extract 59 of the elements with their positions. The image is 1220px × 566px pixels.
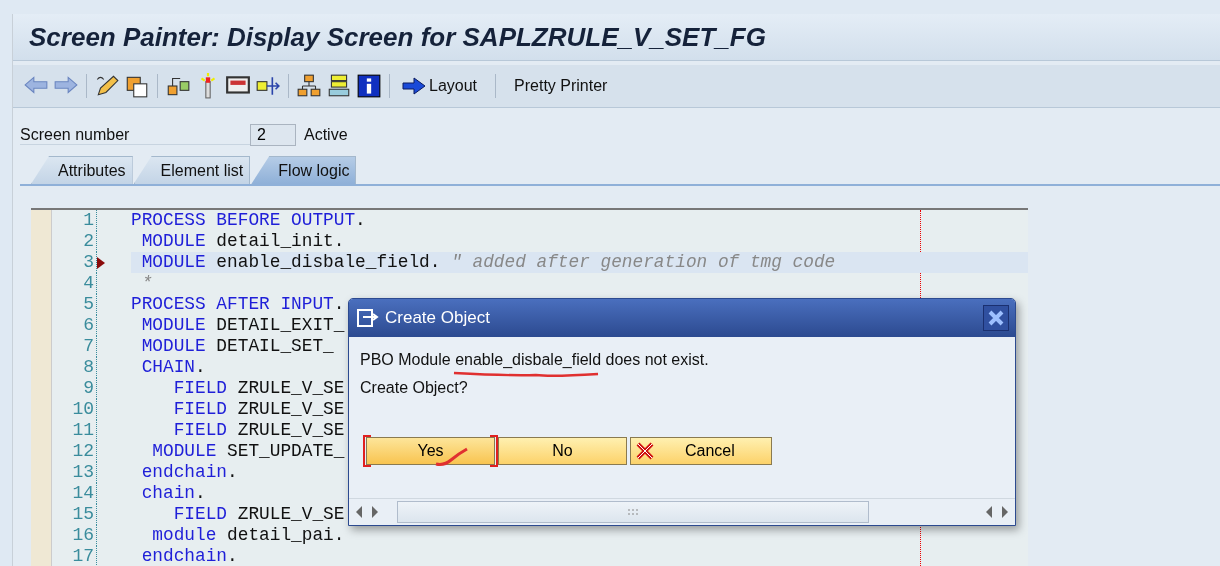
code-line: module detail_pai. xyxy=(151,525,345,546)
line-number: 15 xyxy=(51,504,97,525)
line-number: 17 xyxy=(51,546,97,566)
code-line: endchain. xyxy=(140,546,238,566)
code-line: FIELD ZRULE_V_SE xyxy=(172,504,345,525)
code-line: FIELD ZRULE_V_SE xyxy=(172,420,345,441)
line-number: 1 xyxy=(51,210,97,231)
line-number: 9 xyxy=(51,378,97,399)
tab[interactable]: Element list xyxy=(133,156,251,184)
line-number: 16 xyxy=(51,525,97,546)
code-line: * xyxy=(140,273,153,294)
line-number: 7 xyxy=(51,336,97,357)
line-number: 10 xyxy=(51,399,97,420)
message-text: PBO Module enable_disbale_field does not exist. xyxy=(360,351,709,369)
question-text: Create Object? xyxy=(360,379,468,396)
scroll-right-icon[interactable] xyxy=(999,505,1011,519)
scroll-right-icon[interactable] xyxy=(369,505,381,519)
tab[interactable]: Attributes xyxy=(31,156,133,184)
toolbar-button[interactable]: Pretty Printer xyxy=(510,75,612,97)
code-line: chain. xyxy=(140,483,206,504)
code-line: MODULE SET_UPDATE_ xyxy=(151,441,345,462)
code-line: CHAIN. xyxy=(140,357,206,378)
stack-icon[interactable] xyxy=(326,73,352,99)
code-line: FIELD ZRULE_V_SE xyxy=(172,378,345,399)
field-label: Screen number xyxy=(20,125,250,145)
tab[interactable]: Flow logic xyxy=(251,156,357,184)
grip-icon xyxy=(627,509,639,515)
line-number: 5 xyxy=(51,294,97,315)
line-number: 8 xyxy=(51,357,97,378)
pencil-icon[interactable] xyxy=(94,73,120,99)
line-number: 12 xyxy=(51,441,97,462)
code-line: MODULE DETAIL_EXIT_ xyxy=(140,315,345,336)
line-number: 2 xyxy=(51,231,97,252)
line-number: 13 xyxy=(51,462,97,483)
line-number: 4 xyxy=(51,273,97,294)
code-line: MODULE DETAIL_SET_ xyxy=(140,336,334,357)
line-number: 11 xyxy=(51,420,97,441)
window-title: Screen Painter: Display Screen for SAPLZRULE_V_SET_FG xyxy=(29,21,766,53)
screen-number-field[interactable]: 2 xyxy=(250,124,296,146)
cancel-icon xyxy=(635,441,655,461)
code-line: MODULE detail_init. xyxy=(140,231,345,252)
arrow-icon xyxy=(401,75,427,97)
line-number: 14 xyxy=(51,483,97,504)
dialog-button[interactable]: Yes xyxy=(366,437,495,465)
status-text: Active xyxy=(304,126,348,144)
dialog-icon xyxy=(357,309,379,327)
code-line: PROCESS BEFORE OUTPUT. xyxy=(131,210,366,231)
dialog-button[interactable]: No xyxy=(498,437,627,465)
tree-icon[interactable] xyxy=(296,73,322,99)
code-line: endchain. xyxy=(140,462,238,483)
close-button[interactable] xyxy=(983,305,1009,331)
code-line: FIELD ZRULE_V_SE xyxy=(172,399,345,420)
dialog-button[interactable]: Cancel xyxy=(630,437,772,465)
code-line: PROCESS AFTER INPUT. xyxy=(131,294,345,315)
scrollbar[interactable] xyxy=(397,501,869,523)
line-number: 6 xyxy=(51,315,97,336)
info-icon[interactable] xyxy=(356,73,382,99)
dialog-title: Create Object xyxy=(385,308,491,328)
toolbar-button[interactable]: Layout xyxy=(397,73,482,99)
